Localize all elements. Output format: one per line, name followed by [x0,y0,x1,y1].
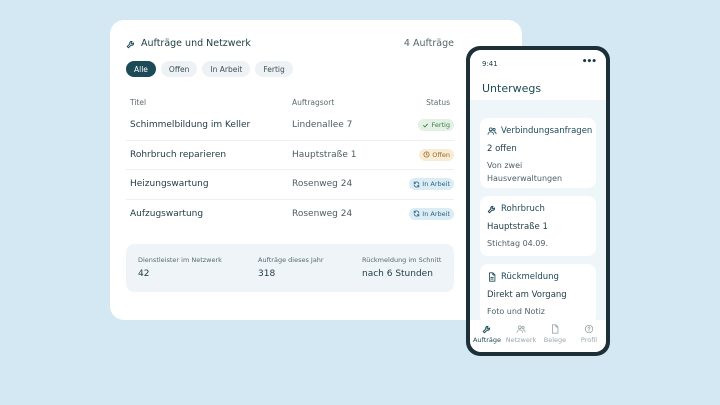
orders-table: Schimmelbildung im Keller Lindenallee 7 … [126,111,454,228]
refresh-icon [414,210,420,217]
card-note: Stichtag 04.09. [487,239,549,248]
clock-icon [423,151,430,158]
document-icon [489,272,496,282]
card-title: Verbindungsanfragen [501,126,593,136]
users-icon [487,127,497,135]
row-title: Heizungswartung [130,179,209,189]
stat-providers: Dienstleister im Netzwerk 42 [138,256,222,279]
wrench-icon [487,206,495,214]
row-title: Schimmelbildung im Keller [130,120,251,130]
status-label: Offen [432,150,450,159]
filter-fertig[interactable]: Fertig [255,61,293,77]
stat-value: 318 [258,269,276,279]
orders-panel: Aufträge und Netzwerk 4 Aufträge Alle Of… [110,20,522,320]
card-header: Verbindungsanfragen [487,126,592,136]
status-label: In Arbeit [422,209,450,218]
stat-value: 42 [138,269,150,279]
document-icon [552,324,559,334]
card-connection-requests[interactable]: Verbindungsanfragen 2 offen Von zwei Hau… [480,118,596,188]
stat-label: Dienstleister im Netzwerk [138,256,222,264]
tab-auftraege[interactable]: Aufträge [470,320,504,352]
stat-label: Rückmeldung im Schnitt [362,256,442,264]
card-value: Hauptstraße 1 [487,222,548,232]
table-row[interactable]: Rohrbruch reparieren Hauptstraße 1 Offen [126,141,454,170]
filter-alle[interactable]: Alle [126,61,156,77]
filter-bar: Alle Offen In Arbeit Fertig [126,61,293,77]
phone-mockup: 9:41 ••• Unterwegs Verbindungsanfragen 2… [466,46,610,356]
card-title: Rückmeldung [501,272,559,282]
panel-title: Aufträge und Netzwerk [141,38,251,49]
status-badge: Offen [419,148,454,161]
help-circle-icon [584,324,594,334]
check-icon [423,123,429,127]
tab-label: Aufträge [472,336,502,344]
orders-count: 4 Aufträge [403,38,454,49]
tab-belege[interactable]: Belege [538,320,572,352]
card-rohrbruch[interactable]: Rohrbruch Hauptstraße 1 Stichtag 04.09. [480,196,596,256]
card-value: Direkt am Vorgang [487,290,567,300]
card-note: Von zwei Hausverwaltungen [487,161,563,183]
status-badge: In Arbeit [409,178,454,190]
panel-header: Aufträge und Netzwerk [126,38,251,49]
status-badge: In Arbeit [409,207,454,220]
tab-netzwerk[interactable]: Netzwerk [504,320,538,352]
row-location: Hauptstraße 1 [292,149,357,160]
table-row[interactable]: Heizungswartung Rosenweg 24 In Arbeit [126,170,454,200]
row-title: Rohrbruch reparieren [130,149,227,160]
stat-label: Aufträge dieses Jahr [258,256,324,264]
card-value: 2 offen [487,144,517,154]
users-icon [516,325,526,333]
tab-label: Netzwerk [505,336,537,344]
column-location: Auftragsort [292,98,335,107]
tab-label: Profil [580,336,598,344]
stat-orders-year: Aufträge dieses Jahr 318 [258,256,324,279]
column-status: Status [426,98,450,107]
row-location: Rosenweg 24 [292,208,353,219]
stat-value: nach 6 Stunden [362,269,433,279]
refresh-icon [414,180,420,188]
phone-screen: 9:41 ••• Unterwegs Verbindungsanfragen 2… [470,50,606,352]
row-location: Lindenallee 7 [292,120,353,130]
card-note: Foto und Notiz [487,307,545,316]
tab-label: Belege [543,336,567,344]
stats-panel: Dienstleister im Netzwerk 42 Aufträge di… [126,244,454,292]
more-icon[interactable]: ••• [582,57,597,67]
card-feedback[interactable]: Rückmeldung Direkt am Vorgang Foto und N… [480,264,596,324]
status-label: Fertig [431,121,450,129]
table-row[interactable]: Aufzugswartung Rosenweg 24 In Arbeit [126,200,454,229]
row-location: Rosenweg 24 [292,179,353,189]
wrench-icon [482,326,490,334]
table-row[interactable]: Schimmelbildung im Keller Lindenallee 7 … [126,111,454,141]
wrench-icon [126,40,134,48]
phone-header: 9:41 ••• Unterwegs [470,50,606,100]
card-title: Rohrbruch [501,204,545,214]
screen-title: Unterwegs [482,82,542,95]
filter-in-arbeit[interactable]: In Arbeit [202,61,251,77]
card-header: Rohrbruch [487,204,545,214]
status-label: In Arbeit [422,180,450,188]
tab-profil[interactable]: Profil [572,320,606,352]
status-badge: Fertig [418,119,454,131]
stat-response-time: Rückmeldung im Schnitt nach 6 Stunden [362,256,441,279]
filter-offen[interactable]: Offen [160,61,198,77]
row-title: Aufzugswartung [130,208,204,219]
column-title: Titel [130,98,147,107]
bottom-tab-bar: Aufträge Netzwerk Belege Profil [470,320,606,352]
card-header: Rückmeldung [487,272,559,282]
status-time: 9:41 [482,60,498,68]
